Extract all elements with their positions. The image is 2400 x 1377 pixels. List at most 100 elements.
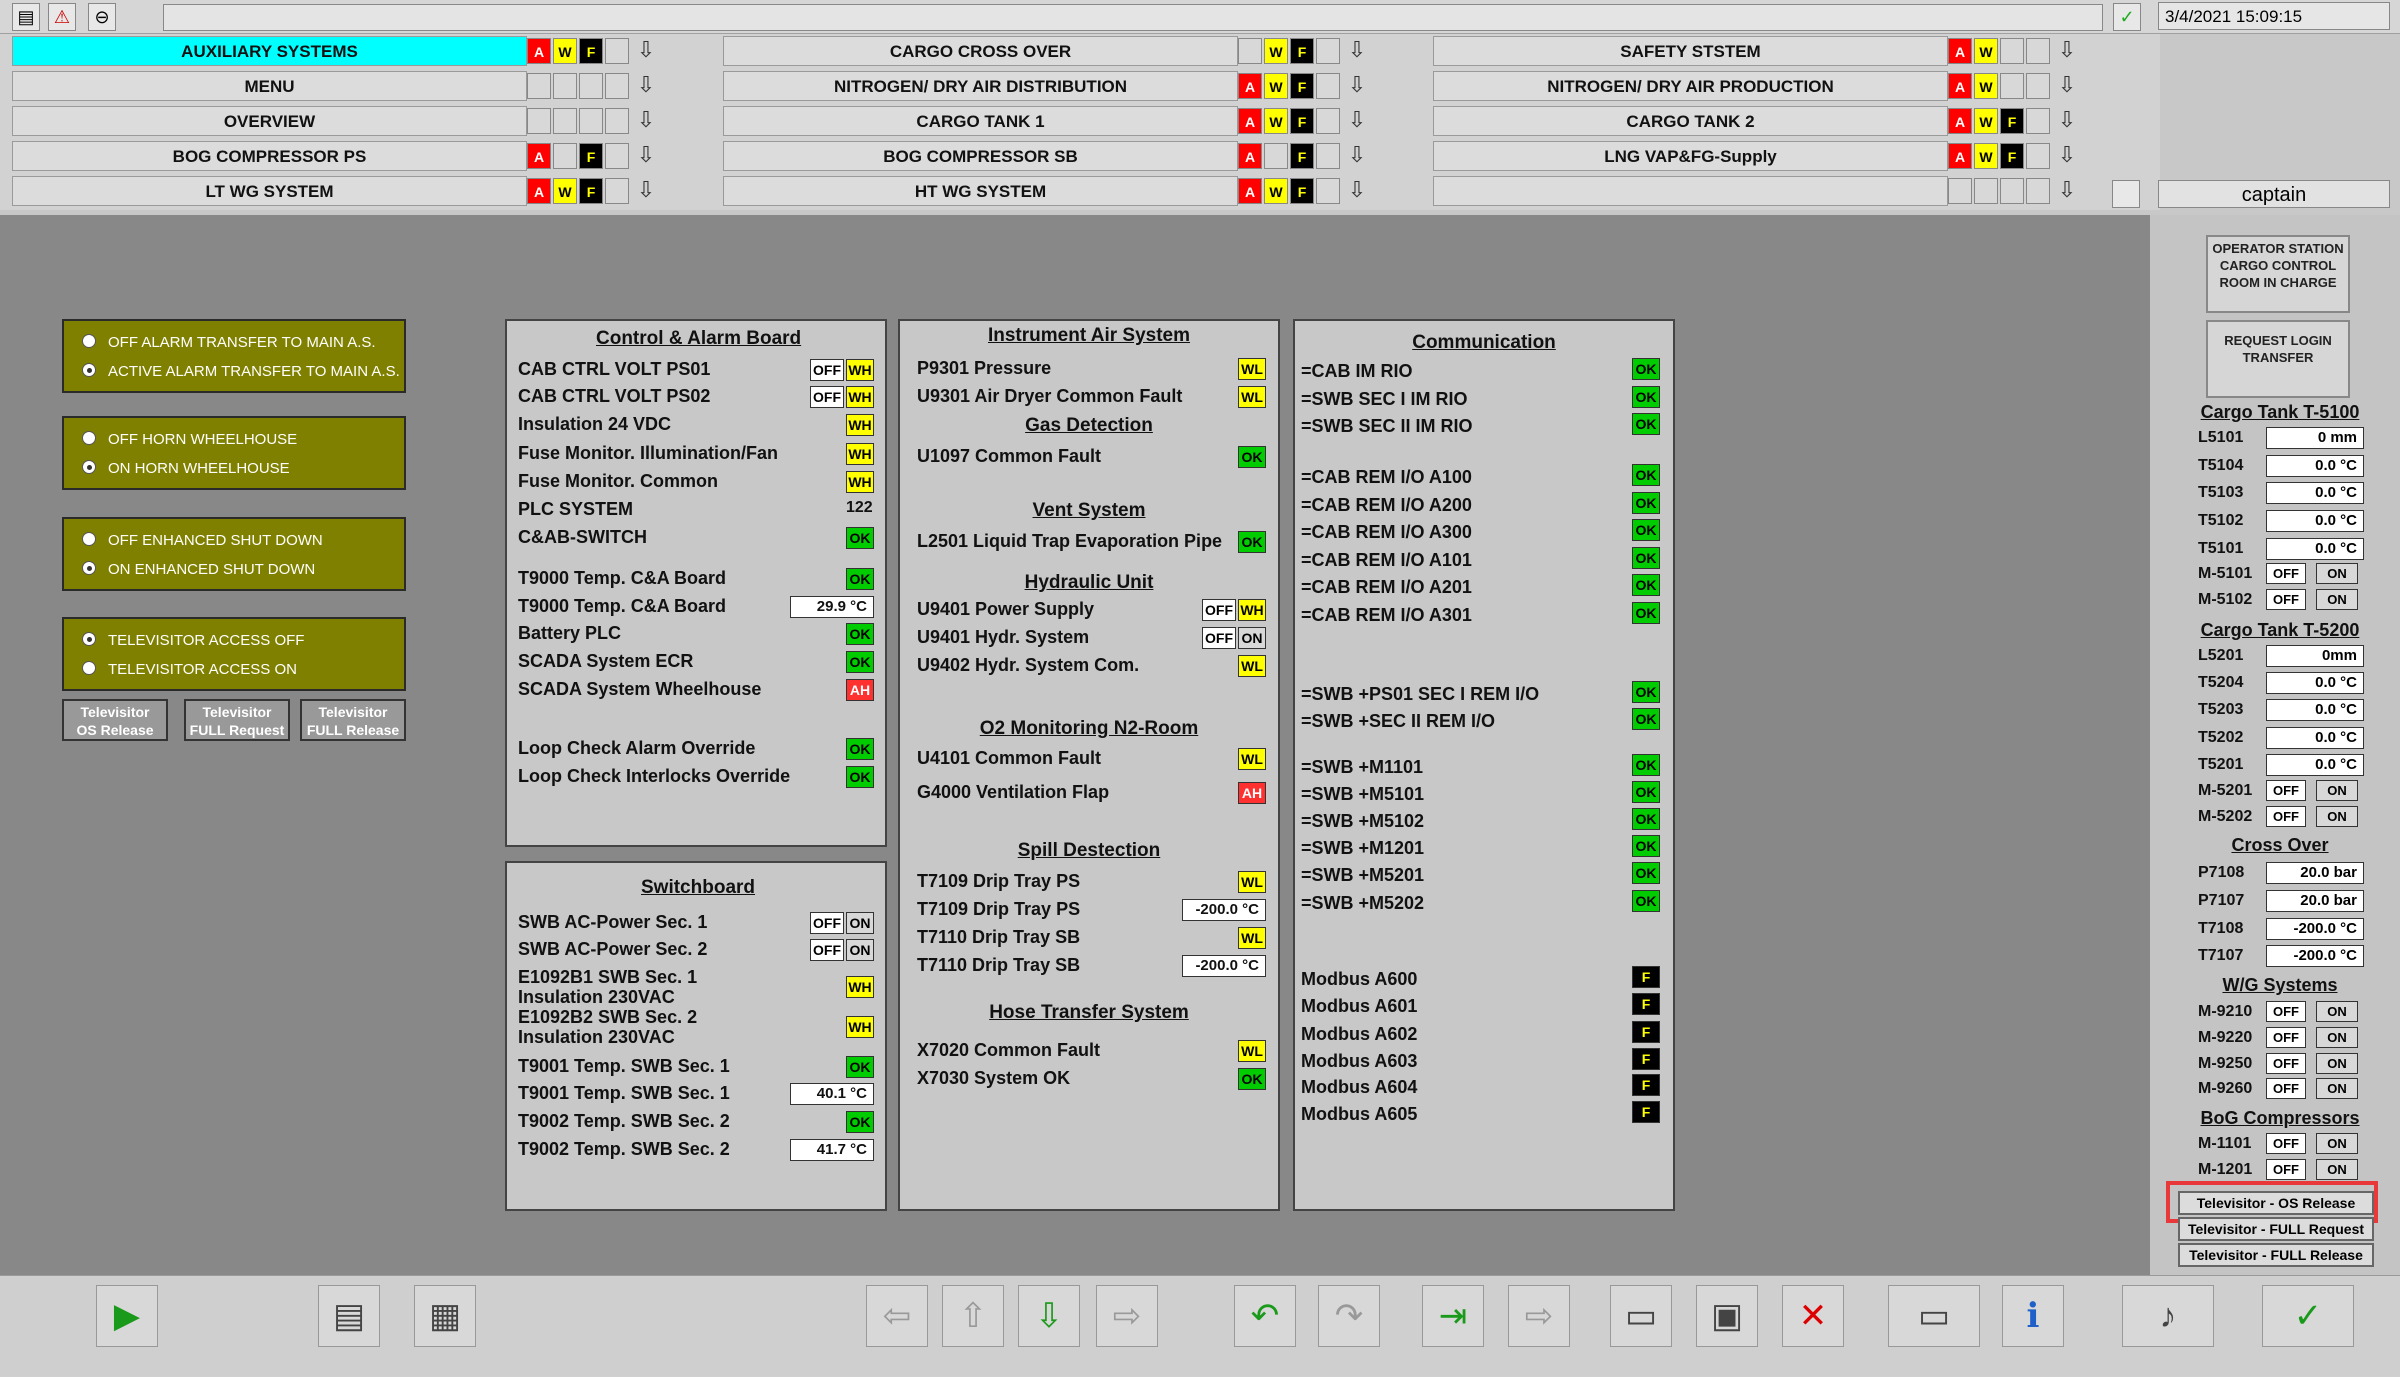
on-button[interactable]: ON [2316, 1001, 2358, 1022]
nav-button[interactable]: LT WG SYSTEM [12, 176, 527, 206]
play-icon[interactable]: ▶ [96, 1285, 158, 1347]
acknowledge-all-icon[interactable]: ✓ [2262, 1285, 2354, 1347]
nav-button[interactable]: NITROGEN/ DRY AIR DISTRIBUTION [723, 71, 1238, 101]
televisitor-button[interactable]: Televisitor OS Release [62, 699, 168, 741]
nav-button[interactable] [1433, 176, 1948, 206]
undo-icon[interactable]: ↶ [1234, 1285, 1296, 1347]
download-arrow-icon[interactable]: ⇩ [2054, 107, 2080, 135]
televisitor-button[interactable]: Televisitor FULL Release [300, 699, 406, 741]
save-file-icon[interactable]: ▣ [1696, 1285, 1758, 1347]
print-icon[interactable] [2112, 180, 2140, 208]
off-button[interactable]: OFF [2266, 1159, 2306, 1180]
nav-button[interactable]: SAFETY STSTEM [1433, 36, 1948, 66]
televisitor-button[interactable]: Televisitor - FULL Release [2178, 1243, 2374, 1267]
option-row[interactable]: OFF HORN WHEELHOUSE [82, 430, 297, 450]
nav-button[interactable]: BOG COMPRESSOR SB [723, 141, 1238, 171]
option-row[interactable]: ON ENHANCED SHUT DOWN [82, 560, 315, 580]
nav-button[interactable]: LNG VAP&FG-Supply [1433, 141, 1948, 171]
download-arrow-icon[interactable]: ⇩ [2054, 142, 2080, 170]
nav-button[interactable]: AUXILIARY SYSTEMS [12, 36, 527, 66]
off-button[interactable]: OFF [2266, 780, 2306, 801]
televisitor-button[interactable]: Televisitor - OS Release [2178, 1191, 2374, 1215]
radio-button[interactable] [82, 431, 96, 446]
download-arrow-icon[interactable]: ⇩ [2054, 37, 2080, 65]
nav-button[interactable]: NITROGEN/ DRY AIR PRODUCTION [1433, 71, 1948, 101]
request-login-transfer-button[interactable]: REQUEST LOGIN TRANSFER [2206, 320, 2350, 398]
download-arrow-icon[interactable]: ⇩ [2054, 177, 2080, 205]
arrow-left-icon[interactable]: ⇦ [866, 1285, 928, 1347]
nav-button[interactable]: MENU [12, 71, 527, 101]
arrow-down-icon[interactable]: ⇩ [1018, 1285, 1080, 1347]
on-button[interactable]: ON [2316, 780, 2358, 801]
option-row[interactable]: TELEVISITOR ACCESS ON [82, 660, 297, 680]
row-label: T5104 [2198, 457, 2244, 474]
arrow-up-icon[interactable]: ⇧ [942, 1285, 1004, 1347]
monitor-view-icon[interactable]: ▭ [1888, 1285, 1980, 1347]
televisitor-button[interactable]: Televisitor FULL Request [184, 699, 290, 741]
on-button[interactable]: ON [2316, 1078, 2358, 1099]
off-button[interactable]: OFF [2266, 589, 2306, 610]
on-button[interactable]: ON [2316, 589, 2358, 610]
radio-button[interactable] [82, 632, 96, 647]
nav-button[interactable]: CARGO CROSS OVER [723, 36, 1238, 66]
download-arrow-icon[interactable]: ⇩ [1344, 107, 1370, 135]
status-tag: OK [846, 527, 874, 549]
info-icon[interactable]: ℹ [2002, 1285, 2064, 1347]
option-row[interactable]: ACTIVE ALARM TRANSFER TO MAIN A.S. [82, 362, 400, 382]
off-button[interactable]: OFF [2266, 1053, 2306, 1074]
alarm-flag: F [579, 143, 603, 169]
download-arrow-icon[interactable]: ⇩ [633, 37, 659, 65]
on-button[interactable]: ON [2316, 1133, 2358, 1154]
sound-acknowledge-icon[interactable]: ♪ [2122, 1285, 2214, 1347]
on-button[interactable]: ON [2316, 1159, 2358, 1180]
televisitor-button[interactable]: Televisitor - FULL Request [2178, 1217, 2374, 1241]
radio-button[interactable] [82, 532, 96, 547]
redo-icon[interactable]: ↷ [1318, 1285, 1380, 1347]
option-row[interactable]: OFF ALARM TRANSFER TO MAIN A.S. [82, 333, 376, 353]
option-row[interactable]: ON HORN WHEELHOUSE [82, 459, 290, 479]
new-page-icon[interactable]: ▤ [12, 3, 40, 31]
radio-button[interactable] [82, 363, 96, 378]
download-arrow-icon[interactable]: ⇩ [633, 107, 659, 135]
delete-file-icon[interactable]: ✕ [1782, 1285, 1844, 1347]
nav-button[interactable]: CARGO TANK 1 [723, 106, 1238, 136]
on-button[interactable]: ON [2316, 806, 2358, 827]
off-button[interactable]: OFF [2266, 1078, 2306, 1099]
on-button[interactable]: ON [2316, 563, 2358, 584]
import-icon[interactable]: ⇥ [1422, 1285, 1484, 1347]
download-arrow-icon[interactable]: ⇩ [633, 142, 659, 170]
option-row[interactable]: TELEVISITOR ACCESS OFF [82, 631, 304, 651]
download-arrow-icon[interactable]: ⇩ [1344, 177, 1370, 205]
nav-button[interactable]: CARGO TANK 2 [1433, 106, 1948, 136]
alarm-triangle-icon[interactable]: ⚠ [48, 3, 76, 31]
radio-button[interactable] [82, 460, 96, 475]
calendar-check-icon[interactable]: ✓ [2113, 3, 2141, 31]
download-arrow-icon[interactable]: ⇩ [1344, 142, 1370, 170]
off-button[interactable]: OFF [2266, 1027, 2306, 1048]
radio-button[interactable] [82, 661, 96, 676]
off-button[interactable]: OFF [2266, 1133, 2306, 1154]
download-arrow-icon[interactable]: ⇩ [633, 72, 659, 100]
page-list-icon[interactable]: ▦ [414, 1285, 476, 1347]
radio-button[interactable] [82, 561, 96, 576]
download-arrow-icon[interactable]: ⇩ [633, 177, 659, 205]
on-button[interactable]: ON [2316, 1027, 2358, 1048]
station-in-charge-button[interactable]: OPERATOR STATION CARGO CONTROL ROOM IN C… [2206, 235, 2350, 313]
download-arrow-icon[interactable]: ⇩ [1344, 72, 1370, 100]
new-page-icon[interactable]: ▤ [318, 1285, 380, 1347]
off-button[interactable]: OFF [2266, 563, 2306, 584]
open-file-icon[interactable]: ▭ [1610, 1285, 1672, 1347]
download-arrow-icon[interactable]: ⇩ [1344, 37, 1370, 65]
nav-button[interactable]: BOG COMPRESSOR PS [12, 141, 527, 171]
option-row[interactable]: OFF ENHANCED SHUT DOWN [82, 531, 323, 551]
nav-button[interactable]: HT WG SYSTEM [723, 176, 1238, 206]
on-button[interactable]: ON [2316, 1053, 2358, 1074]
minimize-icon[interactable]: ⊖ [88, 3, 116, 31]
radio-button[interactable] [82, 334, 96, 349]
nav-button[interactable]: OVERVIEW [12, 106, 527, 136]
export-icon[interactable]: ⇨ [1508, 1285, 1570, 1347]
arrow-right-icon[interactable]: ⇨ [1096, 1285, 1158, 1347]
off-button[interactable]: OFF [2266, 806, 2306, 827]
download-arrow-icon[interactable]: ⇩ [2054, 72, 2080, 100]
off-button[interactable]: OFF [2266, 1001, 2306, 1022]
